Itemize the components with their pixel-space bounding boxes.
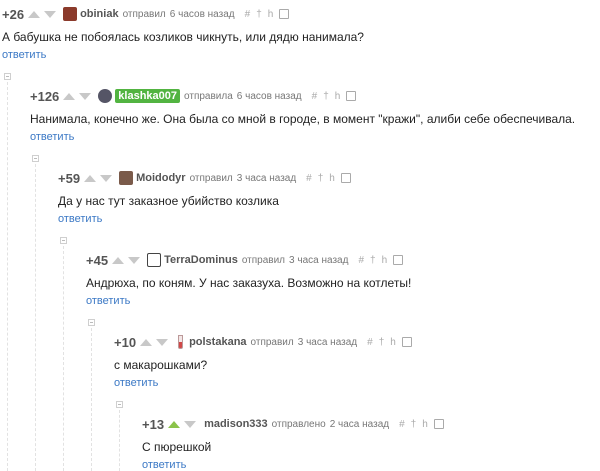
downvote-icon[interactable]	[100, 174, 113, 182]
comment-action: отправил	[189, 172, 233, 184]
comment-tools: # † h	[393, 419, 444, 430]
comment-author[interactable]: Moidodyr	[136, 172, 186, 184]
comment-time[interactable]: 2 часа назад	[330, 419, 389, 430]
user-avatar-icon[interactable]	[63, 7, 78, 21]
collapse-toggle[interactable]	[116, 401, 123, 408]
comment-rating: +26	[2, 6, 25, 22]
comment-time[interactable]: 3 часа назад	[289, 255, 348, 266]
hash-icon[interactable]: #	[358, 255, 364, 266]
reply-link[interactable]: ответить	[86, 295, 130, 307]
collapse-toggle[interactable]	[60, 237, 67, 244]
comment-text: с макарошками?	[114, 358, 208, 372]
comment-author[interactable]: obiniak	[80, 8, 119, 20]
branch-icon[interactable]: h	[329, 173, 335, 184]
comment-tools: # † h	[352, 255, 404, 266]
upvote-icon[interactable]	[28, 10, 41, 18]
comment-author[interactable]: polstakana	[189, 336, 246, 348]
branch-icon[interactable]: h	[268, 9, 274, 20]
save-icon[interactable]	[279, 9, 290, 19]
downvote-icon[interactable]	[184, 420, 197, 428]
upvote-icon[interactable]	[140, 338, 153, 346]
thread-line	[7, 82, 9, 471]
reply-link[interactable]: ответить	[114, 377, 158, 389]
collapse-toggle[interactable]	[4, 73, 11, 80]
pin-icon[interactable]: †	[370, 255, 376, 266]
comment-rating: +13	[142, 416, 165, 432]
hash-icon[interactable]: #	[245, 9, 251, 20]
downvote-icon[interactable]	[128, 256, 141, 264]
thread-line	[63, 246, 65, 471]
comment-rating: +10	[114, 334, 137, 350]
comment-tools: # † h	[306, 91, 357, 102]
comment-tools: # † h	[239, 9, 290, 20]
comment-time[interactable]: 6 часов назад	[237, 91, 302, 102]
save-icon[interactable]	[340, 173, 351, 183]
branch-icon[interactable]: h	[382, 255, 388, 266]
comment-time[interactable]: 3 часа назад	[237, 173, 296, 184]
reply-link[interactable]: ответить	[58, 213, 102, 225]
comment-time[interactable]: 3 часа назад	[298, 337, 357, 348]
pin-icon[interactable]: †	[318, 173, 324, 184]
comment-rating: +59	[58, 170, 81, 186]
comment-action: отправлено	[271, 418, 326, 430]
save-icon[interactable]	[346, 91, 357, 101]
downvote-icon[interactable]	[79, 92, 92, 100]
upvote-icon[interactable]	[84, 174, 97, 182]
comment-text: А бабушка не побоялась козликов чикнуть,…	[2, 30, 364, 44]
upvote-icon[interactable]	[112, 256, 125, 264]
pin-icon[interactable]: †	[379, 337, 385, 348]
comment-author[interactable]: madison333	[204, 418, 268, 430]
user-avatar-icon[interactable]	[147, 253, 162, 267]
user-avatar-icon[interactable]	[98, 89, 113, 103]
upvote-icon[interactable]	[168, 420, 181, 428]
glass-icon[interactable]	[178, 335, 184, 349]
comment-time[interactable]: 6 часов назад	[170, 9, 235, 20]
comment-header: +59 Moidodyr отправил 3 часа назад # † h	[58, 170, 351, 186]
comment-tools: # † h	[300, 173, 351, 184]
collapse-toggle[interactable]	[32, 155, 39, 162]
branch-icon[interactable]: h	[390, 337, 396, 348]
comment-rating: +45	[86, 252, 109, 268]
hash-icon[interactable]: #	[367, 337, 373, 348]
hash-icon[interactable]: #	[312, 91, 318, 102]
comment-text: С пюрешкой	[142, 440, 212, 454]
comment-rating: +126	[30, 88, 60, 104]
save-icon[interactable]	[393, 255, 404, 265]
comment-action: отправил	[241, 254, 286, 266]
user-avatar-icon[interactable]	[119, 171, 134, 185]
comment-action: отправил	[250, 336, 294, 348]
branch-icon[interactable]: h	[335, 91, 341, 102]
pin-icon[interactable]: †	[256, 9, 262, 20]
comment-text: Андрюха, по коням. У нас заказуха. Возмо…	[86, 276, 412, 290]
comment-author[interactable]: klashka007	[115, 89, 181, 103]
save-icon[interactable]	[433, 419, 444, 429]
reply-link[interactable]: ответить	[30, 131, 74, 143]
downvote-icon[interactable]	[44, 10, 57, 18]
comment-header: +126 klashka007 отправила 6 часов назад …	[30, 88, 357, 104]
comment-tools: # † h	[361, 337, 412, 348]
hash-icon[interactable]: #	[399, 419, 405, 430]
thread-line	[119, 410, 121, 471]
reply-link[interactable]: ответить	[142, 459, 186, 471]
comment-text: Нанимала, конечно же. Она была со мной в…	[30, 112, 576, 126]
comment-text: Да у нас тут заказное убийство козлика	[58, 194, 279, 208]
downvote-icon[interactable]	[156, 338, 169, 346]
upvote-icon[interactable]	[63, 92, 76, 100]
comment-header: +13 madison333 отправлено 2 часа назад #…	[142, 416, 444, 432]
comment-header: +10 polstakana отправил 3 часа назад # †…	[114, 334, 412, 350]
thread-line	[35, 164, 37, 471]
collapse-toggle[interactable]	[88, 319, 95, 326]
save-icon[interactable]	[401, 337, 412, 347]
pin-icon[interactable]: †	[323, 91, 329, 102]
comment-action: отправил	[122, 8, 166, 20]
comment-author[interactable]: TerraDominus	[164, 254, 238, 266]
comment-header: +45 TerraDominus отправил 3 часа назад #…	[86, 252, 404, 268]
reply-link[interactable]: ответить	[2, 49, 46, 61]
branch-icon[interactable]: h	[422, 419, 428, 430]
comment-header: +26 obiniak отправил 6 часов назад # † h	[2, 6, 290, 22]
hash-icon[interactable]: #	[306, 173, 312, 184]
thread-line	[91, 328, 93, 471]
pin-icon[interactable]: †	[411, 419, 417, 430]
comment-action: отправила	[184, 90, 233, 102]
